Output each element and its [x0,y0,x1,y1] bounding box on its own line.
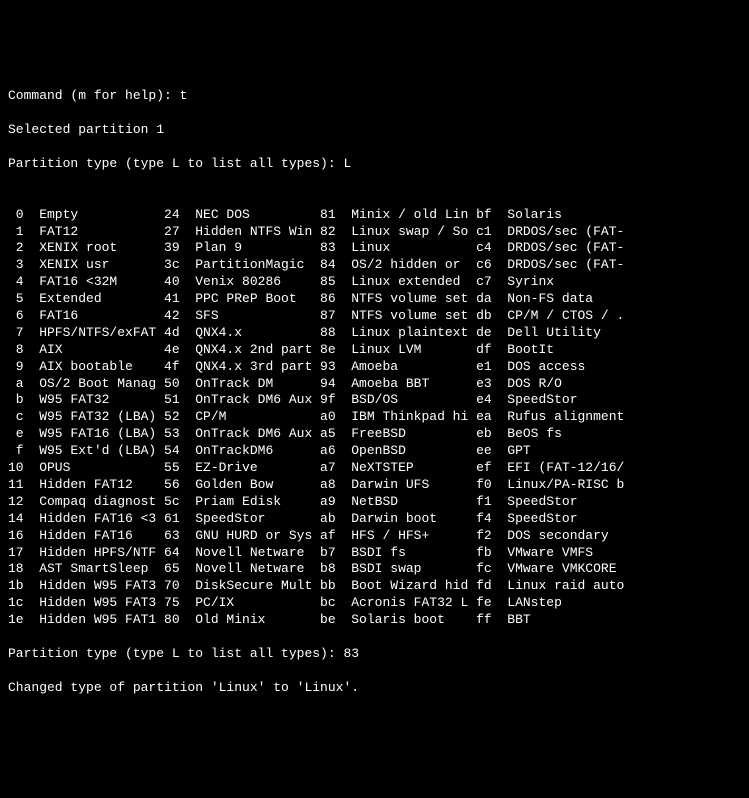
table-row: 12 Compaq diagnost 5c Priam Edisk a9 Net… [8,494,741,511]
table-row: 6 FAT16 42 SFS 87 NTFS volume set db CP/… [8,308,741,325]
selected-partition-line: Selected partition 1 [8,122,741,139]
table-row: 7 HPFS/NTFS/exFAT 4d QNX4.x 88 Linux pla… [8,325,741,342]
user-input: L [343,156,351,171]
table-row: 9 AIX bootable 4f QNX4.x 3rd part 93 Amo… [8,359,741,376]
table-row: 0 Empty 24 NEC DOS 81 Minix / old Lin bf… [8,207,741,224]
table-row: 8 AIX 4e QNX4.x 2nd part 8e Linux LVM df… [8,342,741,359]
table-row: 17 Hidden HPFS/NTF 64 Novell Netware b7 … [8,545,741,562]
table-row: 3 XENIX usr 3c PartitionMagic 84 OS/2 hi… [8,257,741,274]
table-row: 5 Extended 41 PPC PReP Boot 86 NTFS volu… [8,291,741,308]
table-row: a OS/2 Boot Manag 50 OnTrack DM 94 Amoeb… [8,376,741,393]
prompt-text: Partition type (type L to list all types… [8,646,343,661]
table-row: 2 XENIX root 39 Plan 9 83 Linux c4 DRDOS… [8,240,741,257]
prompt-text: Partition type (type L to list all types… [8,156,343,171]
table-row: e W95 FAT16 (LBA) 53 OnTrack DM6 Aux a5 … [8,426,741,443]
table-row: 1e Hidden W95 FAT1 80 Old Minix be Solar… [8,612,741,629]
partition-type-prompt-line: Partition type (type L to list all types… [8,646,741,663]
partition-type-prompt-line: Partition type (type L to list all types… [8,156,741,173]
command-prompt-line: Command (m for help): t [8,88,741,105]
prompt-text: Command (m for help): [8,88,180,103]
table-row: 1b Hidden W95 FAT3 70 DiskSecure Mult bb… [8,578,741,595]
table-row: 1 FAT12 27 Hidden NTFS Win 82 Linux swap… [8,224,741,241]
table-row: 14 Hidden FAT16 <3 61 SpeedStor ab Darwi… [8,511,741,528]
terminal-output[interactable]: Command (m for help): t Selected partiti… [8,72,741,714]
table-row: c W95 FAT32 (LBA) 52 CP/M a0 IBM Thinkpa… [8,409,741,426]
table-row: 1c Hidden W95 FAT3 75 PC/IX bc Acronis F… [8,595,741,612]
table-row: f W95 Ext'd (LBA) 54 OnTrackDM6 a6 OpenB… [8,443,741,460]
table-row: 11 Hidden FAT12 56 Golden Bow a8 Darwin … [8,477,741,494]
user-input: 83 [343,646,359,661]
table-row: 10 OPUS 55 EZ-Drive a7 NeXTSTEP ef EFI (… [8,460,741,477]
table-row: b W95 FAT32 51 OnTrack DM6 Aux 9f BSD/OS… [8,392,741,409]
result-line: Changed type of partition 'Linux' to 'Li… [8,680,741,697]
table-row: 16 Hidden FAT16 63 GNU HURD or Sys af HF… [8,528,741,545]
partition-types-table: 0 Empty 24 NEC DOS 81 Minix / old Lin bf… [8,207,741,629]
user-input: t [180,88,188,103]
table-row: 18 AST SmartSleep 65 Novell Netware b8 B… [8,561,741,578]
table-row: 4 FAT16 <32M 40 Venix 80286 85 Linux ext… [8,274,741,291]
